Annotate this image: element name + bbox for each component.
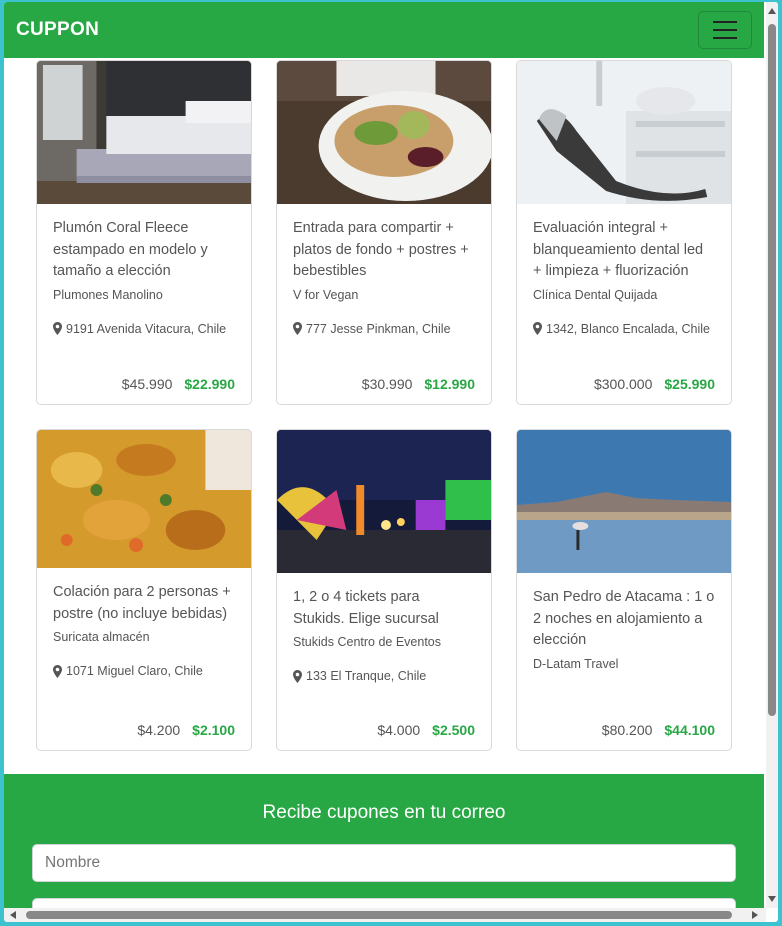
deal-vendor: V for Vegan <box>293 287 359 302</box>
map-pin-icon <box>533 322 542 335</box>
new-price: $12.990 <box>424 376 475 392</box>
deal-title[interactable]: Entrada para compartir + platos de fondo… <box>293 218 475 283</box>
scroll-down-arrow-icon[interactable] <box>768 896 776 902</box>
deal-price: $300.000 $25.990 <box>594 376 715 392</box>
old-price: $30.990 <box>361 376 413 392</box>
new-price: $2.500 <box>432 722 475 738</box>
deal-location: 777 Jesse Pinkman, Chile <box>293 322 475 336</box>
deal-vendor: Suricata almacén <box>53 630 150 644</box>
deal-location: 1342, Blanco Encalada, Chile <box>533 322 715 336</box>
map-pin-icon <box>53 322 62 335</box>
deal-card[interactable]: Entrada para compartir + platos de fondo… <box>276 60 492 405</box>
newsletter-section: Recibe cupones en tu correo <box>4 774 764 922</box>
deal-vendor: D-Latam Travel <box>533 656 619 671</box>
deal-price: $4.200 $2.100 <box>137 722 235 738</box>
horizontal-scrollbar[interactable] <box>4 908 766 922</box>
new-price: $2.100 <box>192 722 235 738</box>
old-price: $45.990 <box>121 376 173 392</box>
food-dish-photo[interactable] <box>37 430 251 568</box>
name-input[interactable] <box>32 844 736 882</box>
deal-price: $30.990 $12.990 <box>362 376 475 392</box>
new-price: $44.100 <box>664 722 715 738</box>
horizontal-scroll-thumb[interactable] <box>26 911 732 919</box>
deal-location-text: 1071 Miguel Claro, Chile <box>66 664 203 678</box>
atacama-lagoon-photo[interactable] <box>517 430 731 573</box>
fair-lights-photo[interactable] <box>277 430 491 573</box>
deal-card[interactable]: 1, 2 o 4 tickets para Stukids. Elige suc… <box>276 429 492 751</box>
newsletter-heading: Recibe cupones en tu correo <box>262 802 506 823</box>
brand-logo[interactable]: CUPPON <box>16 19 99 41</box>
deal-price: $4.000 $2.500 <box>377 722 475 738</box>
hamburger-icon <box>713 21 737 23</box>
deal-location-text: 133 El Tranque, Chile <box>306 669 427 683</box>
old-price: $4.000 <box>377 722 421 738</box>
deal-location: 133 El Tranque, Chile <box>293 669 475 683</box>
old-price: $300.000 <box>593 376 653 392</box>
scroll-left-arrow-icon[interactable] <box>10 911 16 919</box>
bedroom-photo[interactable] <box>37 61 251 204</box>
deal-location: 1071 Miguel Claro, Chile <box>53 664 235 678</box>
deal-card[interactable]: San Pedro de Atacama : 1 o 2 noches en a… <box>516 429 732 751</box>
deal-vendor: Plumones Manolino <box>53 287 163 302</box>
deal-title[interactable]: Colación para 2 personas + postre (no in… <box>53 582 235 625</box>
new-price: $22.990 <box>184 376 235 392</box>
deal-vendor: Stukids Centro de Eventos <box>293 635 441 649</box>
map-pin-icon <box>53 664 62 678</box>
old-price: $80.200 <box>601 722 653 738</box>
navbar-toggle-button[interactable] <box>698 11 752 49</box>
salad-plate-photo[interactable] <box>277 61 491 204</box>
navbar: CUPPON <box>4 2 764 58</box>
map-pin-icon <box>293 322 302 335</box>
scroll-up-arrow-icon[interactable] <box>768 8 776 14</box>
dental-chair-photo[interactable] <box>517 61 731 204</box>
deal-location: 9191 Avenida Vitacura, Chile <box>53 322 235 336</box>
browser-viewport: CUPPON Plumón Coral Fleece estampado en … <box>4 2 778 922</box>
deal-title[interactable]: San Pedro de Atacama : 1 o 2 noches en a… <box>533 587 715 652</box>
deal-card[interactable]: Colación para 2 personas + postre (no in… <box>36 429 252 751</box>
deal-card[interactable]: Plumón Coral Fleece estampado en modelo … <box>36 60 252 405</box>
deal-location-text: 777 Jesse Pinkman, Chile <box>306 321 451 336</box>
deal-card[interactable]: Evaluación integral + blanqueamiento den… <box>516 60 732 405</box>
deal-price: $80.200 $44.100 <box>602 722 715 738</box>
vertical-scrollbar[interactable] <box>766 2 778 908</box>
map-pin-icon <box>293 669 302 683</box>
deal-title[interactable]: Plumón Coral Fleece estampado en modelo … <box>53 218 235 283</box>
deal-vendor: Clínica Dental Quijada <box>533 287 658 302</box>
deal-title[interactable]: Evaluación integral + blanqueamiento den… <box>533 218 715 283</box>
deal-price: $45.990 $22.990 <box>122 376 235 392</box>
deal-location-text: 1342, Blanco Encalada, Chile <box>546 321 711 336</box>
vertical-scroll-thumb[interactable] <box>768 24 776 716</box>
new-price: $25.990 <box>664 376 715 392</box>
deal-location-text: 9191 Avenida Vitacura, Chile <box>66 321 227 336</box>
deal-title[interactable]: 1, 2 o 4 tickets para Stukids. Elige suc… <box>293 587 475 630</box>
old-price: $4.200 <box>137 722 181 738</box>
scroll-right-arrow-icon[interactable] <box>752 911 758 919</box>
